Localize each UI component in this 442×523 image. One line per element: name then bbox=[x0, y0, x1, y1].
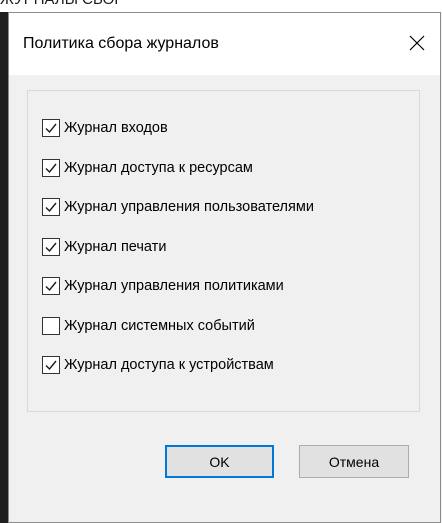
close-icon bbox=[409, 35, 425, 51]
checkbox-label: Журнал доступа к ресурсам bbox=[64, 160, 253, 176]
checkbox-unchecked[interactable] bbox=[42, 317, 60, 335]
checkbox-checked[interactable] bbox=[42, 277, 60, 295]
background-partial-text: ЖУРНАЛЫ СБОР bbox=[0, 0, 124, 8]
checkbox-checked[interactable] bbox=[42, 356, 60, 374]
log-checkbox-row[interactable]: Журнал печати bbox=[42, 236, 166, 258]
checkbox-label: Журнал системных событий bbox=[64, 318, 255, 334]
checkbox-checked[interactable] bbox=[42, 159, 60, 177]
log-policy-dialog: Политика сбора журналов Журнал входов Жур… bbox=[8, 12, 441, 523]
log-checkbox-row[interactable]: Журнал входов bbox=[42, 117, 168, 139]
checkbox-label: Журнал печати bbox=[64, 239, 167, 255]
background-window-edge bbox=[0, 12, 8, 523]
checkbox-checked[interactable] bbox=[42, 119, 60, 137]
close-button[interactable] bbox=[394, 23, 440, 63]
log-checkbox-row[interactable]: Журнал системных событий bbox=[42, 315, 255, 337]
checkbox-checked[interactable] bbox=[42, 238, 60, 256]
log-checkbox-row[interactable]: Журнал доступа к устройствам bbox=[42, 354, 274, 376]
ok-button-label: OK bbox=[209, 453, 230, 470]
checkmark-icon bbox=[45, 202, 57, 213]
log-checkbox-row[interactable]: Журнал управления политиками bbox=[42, 275, 284, 297]
log-checkbox-row[interactable]: Журнал доступа к ресурсам bbox=[42, 157, 253, 179]
checkmark-icon bbox=[45, 163, 57, 174]
background-window-strip: ЖУРНАЛЫ СБОР bbox=[0, 0, 442, 12]
checkmark-icon bbox=[45, 123, 57, 134]
checkbox-label: Журнал управления пользователями bbox=[64, 199, 314, 215]
checkbox-checked[interactable] bbox=[42, 198, 60, 216]
cancel-button-label: Отмена bbox=[328, 453, 380, 470]
dialog-title: Политика сбора журналов bbox=[23, 35, 219, 52]
checkmark-icon bbox=[45, 360, 57, 371]
checkbox-label: Журнал доступа к устройствам bbox=[64, 357, 274, 373]
checkbox-label: Журнал входов bbox=[64, 120, 168, 136]
checkmark-icon bbox=[45, 242, 57, 253]
ok-button[interactable]: OK bbox=[165, 445, 274, 478]
log-checkbox-row[interactable]: Журнал управления пользователями bbox=[42, 196, 314, 218]
cancel-button[interactable]: Отмена bbox=[299, 445, 409, 478]
title-bar[interactable]: Политика сбора журналов bbox=[9, 13, 440, 75]
checkmark-icon bbox=[45, 281, 57, 292]
checkbox-label: Журнал управления политиками bbox=[64, 278, 284, 294]
